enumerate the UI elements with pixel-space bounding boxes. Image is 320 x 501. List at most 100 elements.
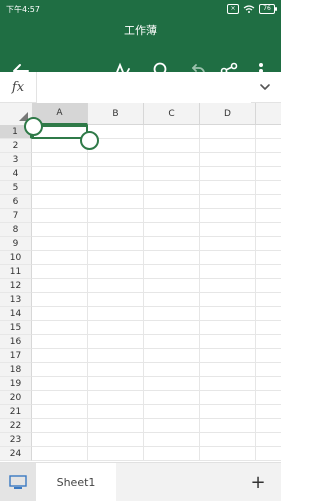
cell[interactable] — [256, 321, 281, 335]
cell[interactable] — [88, 209, 144, 223]
cell[interactable] — [256, 181, 281, 195]
cell[interactable] — [256, 377, 281, 391]
cell[interactable] — [32, 335, 88, 349]
row-header-12[interactable]: 12 — [0, 279, 32, 293]
row-header-21[interactable]: 21 — [0, 405, 32, 419]
cell[interactable] — [256, 139, 281, 153]
cell[interactable] — [200, 223, 256, 237]
row-header-24[interactable]: 24 — [0, 447, 32, 461]
cell[interactable] — [32, 167, 88, 181]
cell[interactable] — [32, 419, 88, 433]
cell[interactable] — [256, 349, 281, 363]
cell[interactable] — [144, 391, 200, 405]
cell[interactable] — [144, 447, 200, 461]
row-header-20[interactable]: 20 — [0, 391, 32, 405]
column-header-b[interactable]: B — [88, 103, 144, 125]
cell[interactable] — [88, 153, 144, 167]
cell[interactable] — [200, 377, 256, 391]
cell[interactable] — [256, 167, 281, 181]
cell[interactable] — [88, 181, 144, 195]
cell[interactable] — [200, 433, 256, 447]
cell[interactable] — [144, 237, 200, 251]
cell[interactable] — [88, 293, 144, 307]
cell[interactable] — [200, 167, 256, 181]
row-header-15[interactable]: 15 — [0, 321, 32, 335]
cell[interactable] — [144, 433, 200, 447]
row-header-23[interactable]: 23 — [0, 433, 32, 447]
cell[interactable] — [144, 419, 200, 433]
cell[interactable] — [32, 433, 88, 447]
row-header-22[interactable]: 22 — [0, 419, 32, 433]
cell[interactable] — [144, 167, 200, 181]
cell[interactable] — [32, 153, 88, 167]
cell[interactable] — [32, 377, 88, 391]
sheets-menu-button[interactable] — [0, 463, 36, 501]
cell[interactable] — [256, 447, 281, 461]
cell[interactable] — [32, 391, 88, 405]
cell[interactable] — [200, 251, 256, 265]
cell[interactable] — [32, 209, 88, 223]
column-header-c[interactable]: C — [144, 103, 200, 125]
cell[interactable] — [32, 279, 88, 293]
spreadsheet-grid[interactable]: A B C D 1 2 3 4 5 6 7 8 9 10 11 12 13 14 15 16 17 18 19 20 2… — [0, 103, 281, 462]
cell[interactable] — [200, 405, 256, 419]
chevron-down-icon[interactable] — [259, 81, 271, 93]
cell[interactable] — [88, 377, 144, 391]
cell[interactable] — [200, 293, 256, 307]
row-header-16[interactable]: 16 — [0, 335, 32, 349]
cell[interactable] — [144, 335, 200, 349]
cell[interactable] — [144, 265, 200, 279]
selection-end-handle[interactable] — [80, 131, 99, 150]
cell[interactable] — [256, 195, 281, 209]
cell[interactable] — [256, 363, 281, 377]
row-header-19[interactable]: 19 — [0, 377, 32, 391]
row-header-18[interactable]: 18 — [0, 363, 32, 377]
cell[interactable] — [32, 195, 88, 209]
row-header-2[interactable]: 2 — [0, 139, 32, 153]
sheet-tab-sheet1[interactable]: Sheet1 — [36, 463, 116, 501]
cell[interactable] — [256, 307, 281, 321]
cell[interactable] — [32, 181, 88, 195]
cell[interactable] — [200, 279, 256, 293]
cell[interactable] — [200, 349, 256, 363]
cell[interactable] — [144, 321, 200, 335]
cell[interactable] — [200, 195, 256, 209]
cell[interactable] — [256, 405, 281, 419]
row-header-5[interactable]: 5 — [0, 181, 32, 195]
cell[interactable] — [144, 139, 200, 153]
cell[interactable] — [200, 321, 256, 335]
cell[interactable] — [32, 237, 88, 251]
formula-input[interactable] — [37, 72, 251, 104]
cell[interactable] — [256, 125, 281, 139]
cell[interactable] — [144, 405, 200, 419]
cell[interactable] — [32, 293, 88, 307]
cell[interactable] — [256, 265, 281, 279]
row-header-8[interactable]: 8 — [0, 223, 32, 237]
cell[interactable] — [88, 391, 144, 405]
cell[interactable] — [256, 153, 281, 167]
cell[interactable] — [144, 293, 200, 307]
cell[interactable] — [88, 265, 144, 279]
cell[interactable] — [88, 321, 144, 335]
cell[interactable] — [144, 363, 200, 377]
cell[interactable] — [88, 363, 144, 377]
cell[interactable] — [200, 447, 256, 461]
cell[interactable] — [200, 419, 256, 433]
cell[interactable] — [88, 335, 144, 349]
cell[interactable] — [256, 293, 281, 307]
cell[interactable] — [256, 251, 281, 265]
row-header-14[interactable]: 14 — [0, 307, 32, 321]
function-icon[interactable]: fx — [0, 72, 37, 102]
cell[interactable] — [144, 125, 200, 139]
cell[interactable] — [32, 265, 88, 279]
cell[interactable] — [144, 349, 200, 363]
cell[interactable] — [200, 181, 256, 195]
cell[interactable] — [144, 209, 200, 223]
cell[interactable] — [256, 237, 281, 251]
cell[interactable] — [144, 377, 200, 391]
selection-start-handle[interactable] — [24, 117, 43, 136]
cell[interactable] — [144, 251, 200, 265]
cell[interactable] — [256, 419, 281, 433]
cell[interactable] — [88, 419, 144, 433]
cell[interactable] — [88, 433, 144, 447]
